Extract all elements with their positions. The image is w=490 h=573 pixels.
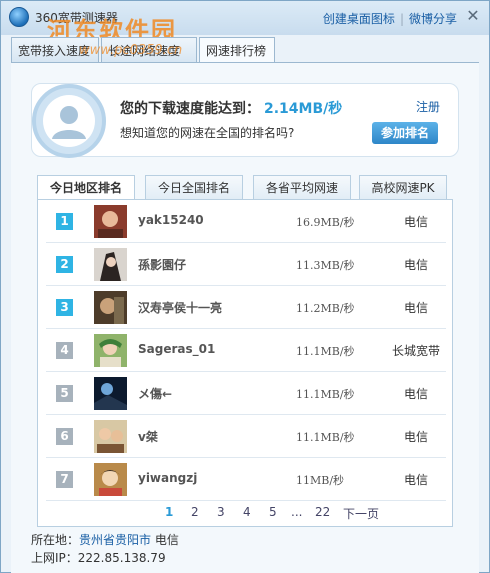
user-name: Sageras_01 xyxy=(138,342,216,356)
user-avatar xyxy=(94,377,127,410)
user-isp: 电信 xyxy=(403,258,428,272)
page-link[interactable]: 2 xyxy=(191,505,199,519)
rank-badge: 5 xyxy=(56,385,73,402)
user-avatar xyxy=(94,463,127,496)
title-bar[interactable]: 360宽带测速器 河东软件园 创建桌面图标 | 微博分享 ✕ xyxy=(1,1,489,45)
ip-label: 上网IP： xyxy=(31,551,78,565)
user-speed: 16.9MB/秒 xyxy=(296,216,355,229)
weibo-share-link[interactable]: 微博分享 xyxy=(409,12,457,26)
tab-today-region[interactable]: 今日地区排名 xyxy=(37,175,135,200)
avatar xyxy=(32,84,106,158)
tab-province-average[interactable]: 各省平均网速 xyxy=(253,175,351,199)
top-links: 创建桌面图标 | 微博分享 xyxy=(323,10,457,27)
close-icon[interactable]: ✕ xyxy=(465,8,481,25)
user-isp: 电信 xyxy=(403,301,428,315)
rank-badge: 7 xyxy=(56,471,73,488)
app-logo-icon xyxy=(9,7,29,27)
page-link[interactable]: 5 xyxy=(269,505,277,519)
page-link[interactable]: 4 xyxy=(243,505,251,519)
rank-badge: 6 xyxy=(56,428,73,445)
user-speed: 11.1MB/秒 xyxy=(296,431,355,444)
user-speed: 11.1MB/秒 xyxy=(296,345,355,358)
user-name: メ傷← xyxy=(138,387,173,401)
user-name: 汉寿亭侯十一亮 xyxy=(138,301,223,315)
ranking-row[interactable]: 6 v桀 11.1MB/秒 电信 xyxy=(46,415,446,458)
user-isp: 电信 xyxy=(403,430,428,444)
tab-speed-ranking[interactable]: 网速排行榜 xyxy=(199,37,275,63)
rank-badge: 4 xyxy=(56,342,73,359)
ranking-row[interactable]: 2 孫影園仔 11.3MB/秒 电信 xyxy=(46,243,446,286)
user-name: v桀 xyxy=(138,430,158,444)
user-silhouette-icon xyxy=(43,95,95,147)
ranking-row[interactable]: 3 汉寿亭侯十一亮 11.2MB/秒 电信 xyxy=(46,286,446,329)
rank-badge: 2 xyxy=(56,256,73,273)
join-ranking-button[interactable]: 参加排名 xyxy=(372,122,438,144)
user-isp: 电信 xyxy=(403,215,428,229)
location-label: 所在地： xyxy=(31,533,80,547)
ranking-row[interactable]: 5 メ傷← 11.1MB/秒 电信 xyxy=(46,372,446,415)
user-speed: 11MB/秒 xyxy=(296,474,345,487)
page-link[interactable]: 22 xyxy=(315,505,330,519)
user-speed: 11.3MB/秒 xyxy=(296,259,355,272)
ip-value: 222.85.138.79 xyxy=(77,551,166,565)
tab-today-national[interactable]: 今日全国排名 xyxy=(145,175,243,199)
rank-badge: 3 xyxy=(56,299,73,316)
ip-info: 上网IP：222.85.138.79 xyxy=(31,549,166,566)
create-desktop-icon-link[interactable]: 创建桌面图标 xyxy=(323,12,395,26)
app-window: 360宽带测速器 河东软件园 创建桌面图标 | 微博分享 ✕ 宽带接入速度 长途网络… xyxy=(0,0,490,573)
ranking-content: 您的下载速度能达到： 2.14MB/秒 想知道您的网速在全国的排名吗? 注册 参加… xyxy=(11,63,479,573)
user-isp: 电信 xyxy=(403,473,428,487)
rank-question: 想知道您的网速在全国的排名吗? xyxy=(120,126,295,140)
ranking-list: 1 yak15240 16.9MB/秒 电信 2 孫影園仔 11.3MB/秒 电… xyxy=(37,199,453,527)
user-isp: 电信 xyxy=(403,387,428,401)
user-isp: 长城宽带 xyxy=(391,344,440,358)
user-speed: 11.1MB/秒 xyxy=(296,388,355,401)
download-speed-line: 您的下载速度能达到： 2.14MB/秒 xyxy=(120,98,342,118)
user-avatar xyxy=(94,291,127,324)
tab-university-pk[interactable]: 高校网速PK xyxy=(359,175,447,199)
speed-card: 您的下载速度能达到： 2.14MB/秒 想知道您的网速在全国的排名吗? 注册 参加… xyxy=(31,83,459,158)
next-page-link[interactable]: 下一页 xyxy=(343,505,379,522)
page-link[interactable]: 3 xyxy=(217,505,225,519)
register-link[interactable]: 注册 xyxy=(416,98,440,115)
user-name: yiwangzj xyxy=(138,471,198,485)
location-isp: 电信 xyxy=(154,533,179,547)
user-avatar xyxy=(94,334,127,367)
user-avatar xyxy=(94,420,127,453)
download-speed-value: 2.14MB/秒 xyxy=(264,101,343,117)
ranking-row[interactable]: 7 yiwangzj 11MB/秒 电信 xyxy=(46,458,446,501)
page-ellipsis: ... xyxy=(291,505,303,519)
user-speed: 11.2MB/秒 xyxy=(296,302,355,315)
user-avatar xyxy=(94,248,127,281)
pager: 1 2 3 4 5 ... 22 下一页 xyxy=(37,505,453,525)
location-link[interactable]: 贵州省贵阳市 xyxy=(79,533,151,547)
page-link[interactable]: 1 xyxy=(165,505,173,519)
rank-badge: 1 xyxy=(56,213,73,230)
watermark-url: www.pc0359.cn xyxy=(79,43,183,58)
location-info: 所在地：贵州省贵阳市 电信 xyxy=(31,531,179,548)
user-name: yak15240 xyxy=(138,213,204,227)
user-name: 孫影園仔 xyxy=(138,258,187,272)
download-speed-label: 您的下载速度能达到： xyxy=(120,101,260,117)
ranking-row[interactable]: 1 yak15240 16.9MB/秒 电信 xyxy=(46,200,446,243)
link-separator: | xyxy=(399,12,404,26)
ranking-row[interactable]: 4 Sageras_01 11.1MB/秒 长城宽带 xyxy=(46,329,446,372)
user-avatar xyxy=(94,205,127,238)
